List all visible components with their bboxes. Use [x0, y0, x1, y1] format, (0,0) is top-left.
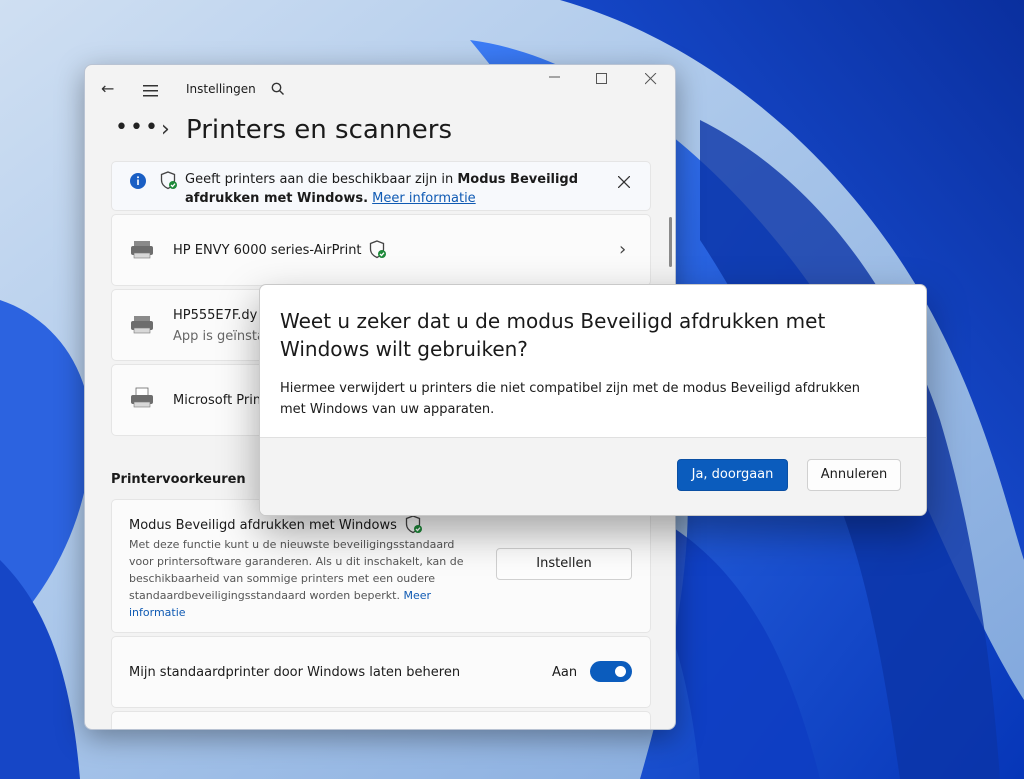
- more-info-link[interactable]: Meer informatie: [372, 191, 476, 206]
- cancel-button[interactable]: Annuleren: [807, 459, 901, 491]
- shield-check-icon: [369, 240, 387, 263]
- window-title: Instellingen: [186, 82, 256, 96]
- secure-mode-description: beschikbaarheid van sommige printers met…: [129, 572, 436, 585]
- more-info-link[interactable]: Meer: [403, 589, 431, 602]
- info-text-bold-1: Modus Beveiligd: [457, 172, 579, 187]
- page-title: Printers en scanners: [186, 115, 453, 145]
- hamburger-menu-icon[interactable]: [143, 82, 158, 97]
- search-icon[interactable]: [271, 81, 285, 100]
- printer-icon: [130, 240, 156, 264]
- info-bar: Geeft printers aan die beschikbaar zijn …: [111, 161, 651, 211]
- info-icon: [129, 172, 147, 194]
- printer-name: HP555E7F.dy: [173, 308, 258, 323]
- dismiss-icon[interactable]: [617, 173, 631, 192]
- info-text-bold-2: afdrukken met Windows.: [185, 191, 369, 206]
- breadcrumb-chevron-icon: ›: [161, 117, 170, 142]
- printer-name: Microsoft Prin: [173, 393, 262, 408]
- breadcrumb-overflow-button[interactable]: •••: [115, 115, 160, 140]
- minimize-button[interactable]: [549, 71, 561, 87]
- dialog-body: Hiermee verwijdert u printers die niet c…: [280, 381, 860, 417]
- default-printer-label: Mijn standaardprinter door Windows laten…: [129, 665, 461, 680]
- dialog-title: Weet u zeker dat u de modus Beveiligd af…: [280, 309, 826, 361]
- toggle-state-label: Aan: [552, 665, 578, 680]
- printer-icon: [130, 315, 156, 339]
- secure-mode-description: standaardbeveiligingsstandaard worden be…: [129, 589, 404, 602]
- printer-status: App is geïnsta: [173, 329, 265, 344]
- printer-item[interactable]: HP ENVY 6000 series-AirPrint ›: [111, 214, 651, 286]
- fax-printer-icon: [130, 387, 156, 413]
- secure-mode-description: voor printersoftware garanderen. Als u d…: [129, 555, 464, 568]
- scrollbar-thumb[interactable]: [669, 217, 672, 267]
- shield-check-icon: [405, 515, 423, 538]
- chevron-right-icon: ›: [619, 239, 627, 260]
- secure-mode-title: Modus Beveiligd afdrukken met Windows: [129, 518, 397, 533]
- secure-print-card: Modus Beveiligd afdrukken met Windows Me…: [111, 499, 651, 633]
- maximize-button[interactable]: [596, 73, 608, 89]
- shield-check-icon: [160, 171, 178, 194]
- more-info-link[interactable]: informatie: [129, 604, 489, 621]
- confirm-dialog: Weet u zeker dat u de modus Beveiligd af…: [259, 284, 927, 516]
- confirm-button[interactable]: Ja, doorgaan: [677, 459, 788, 491]
- dialog-footer: Ja, doorgaan Annuleren: [260, 437, 926, 515]
- section-header: Printervoorkeuren: [111, 472, 246, 487]
- default-printer-card: Mijn standaardprinter door Windows laten…: [111, 636, 651, 708]
- close-window-button[interactable]: [644, 72, 657, 89]
- default-printer-toggle[interactable]: [590, 661, 632, 682]
- printer-name: HP ENVY 6000 series-AirPrint: [173, 243, 362, 258]
- list-item: [111, 711, 651, 729]
- info-text: Geeft printers aan die beschikbaar zijn …: [185, 172, 458, 187]
- secure-mode-description: Met deze functie kunt u de nieuwste beve…: [129, 538, 455, 551]
- setup-button[interactable]: Instellen: [496, 548, 632, 580]
- back-arrow-icon[interactable]: ←: [101, 79, 114, 98]
